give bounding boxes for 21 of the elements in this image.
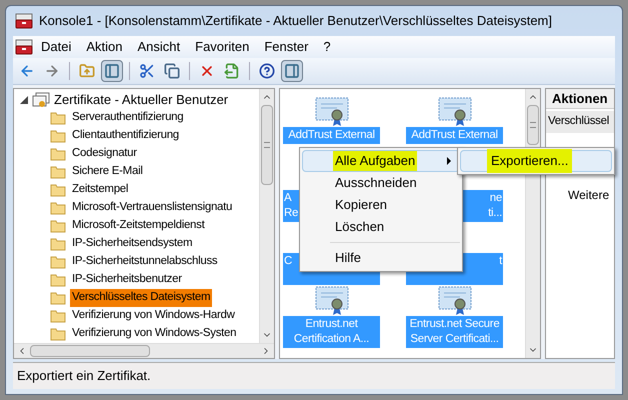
certificate-name: Server Certificati... — [410, 332, 499, 347]
certificate-name: Re — [284, 206, 298, 221]
certificate-name: Entrust.net — [305, 317, 358, 332]
menu-label: Kopieren — [334, 196, 388, 214]
menu-label: Alle Aufgaben — [333, 151, 418, 171]
menu-label: Exportieren... — [487, 149, 572, 173]
certificate-name: ne — [490, 191, 502, 206]
status-text: Exportiert ein Zertifikat. — [17, 367, 151, 386]
actions-header: Aktionen — [546, 89, 614, 109]
menu-label: Hilfe — [334, 249, 362, 268]
certificate-name: A — [284, 191, 292, 206]
certificate-name: AddTrust External — [288, 128, 375, 143]
certificate-name: AddTrust External — [411, 128, 498, 143]
window-title: Konsole1 - [Konsolenstamm\Zertifikate - Aktueller Benutzer\Verschlüsseltes Dateisystem] — [39, 12, 552, 30]
menu-label: Ausschneiden — [334, 174, 418, 192]
certificate-name: t — [499, 254, 502, 269]
certificate-name: Certification A... — [294, 332, 370, 347]
menu-label: Löschen — [334, 218, 386, 236]
certificate-name: Entrust.net Secure — [410, 317, 500, 332]
certificate-name: ti... — [488, 206, 502, 221]
certificate-name: C — [284, 254, 292, 269]
